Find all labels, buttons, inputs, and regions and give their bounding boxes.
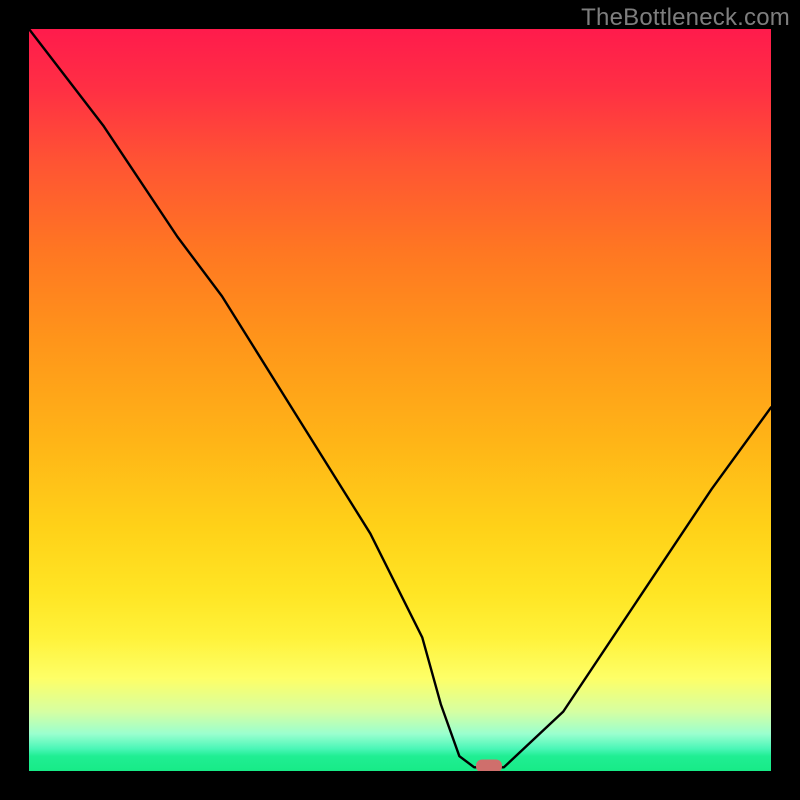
bottleneck-curve [29, 29, 771, 767]
watermark-text: TheBottleneck.com [581, 4, 790, 32]
curve-layer [29, 29, 771, 771]
min-marker [476, 759, 502, 771]
plot-area [29, 29, 771, 771]
chart-frame: TheBottleneck.com [0, 0, 800, 800]
